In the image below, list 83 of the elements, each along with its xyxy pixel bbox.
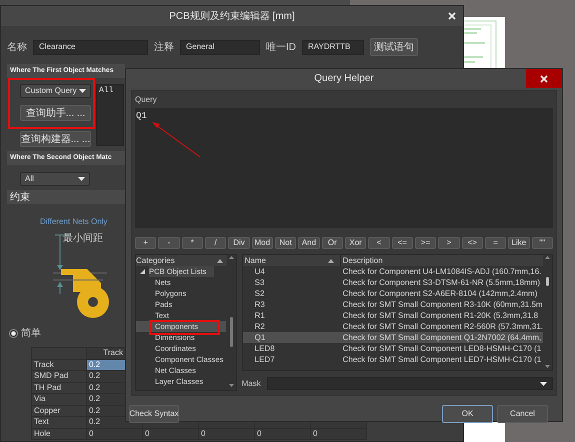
name-cell-text: R1 <box>254 310 266 321</box>
query-type-dropdown[interactable]: Custom Query <box>20 84 91 98</box>
query-button[interactable]: 查询助手... ... <box>20 105 91 121</box>
operator-button[interactable]: > <box>438 237 460 249</box>
operator-button[interactable]: = <box>484 237 506 249</box>
operator-button[interactable]: Like <box>508 237 530 249</box>
name-cell-text: Q1 <box>254 332 266 343</box>
description-cell-text: Check for SMT Small Component Q1-2N7002 (64.4mm, <box>342 332 542 343</box>
list-row[interactable]: R2 Check for SMT Small Component R2-560R (57.3mm,31. <box>242 321 543 332</box>
check-syntax-button[interactable]: Check Syntax <box>129 405 179 423</box>
ok-button[interactable]: OK <box>442 405 493 423</box>
operator-button[interactable]: Xor <box>344 237 366 249</box>
name-cell-text: LED7 <box>254 354 276 365</box>
row-label: Text <box>32 416 86 428</box>
operator-button[interactable]: <> <box>462 237 483 249</box>
list-row[interactable]: S2 Check for Component S2-A6ER-8104 (142mm,2.4mm) <box>242 288 543 299</box>
operator-button[interactable]: <= <box>392 237 413 249</box>
name-cell-text: U4 <box>254 266 266 277</box>
query-label: Query <box>135 94 158 106</box>
description-cell-text: Check for SMT Small Component LED8-HSMH-C170 (1 <box>342 343 542 354</box>
row-label: Track <box>32 359 86 370</box>
description-cell-text: Check for SMT Small Component LED7-HSMH-C170 (1 <box>342 354 542 365</box>
window-title: Query Helper <box>314 72 374 86</box>
operator-button[interactable]: - <box>158 237 180 249</box>
column-header: Description <box>340 255 383 266</box>
field-label: 名称 <box>7 40 27 54</box>
description-cell-text: Check for Component S2-A6ER-8104 (142mm,2.4mm) <box>342 288 538 299</box>
name-cell-text: S2 <box>254 288 266 299</box>
description-cell-text: Check for Component S3-DTSM-61-NR (5.5mm,18mm) <box>342 277 540 288</box>
diagram-label: 最小间距 <box>63 232 103 246</box>
column-header: Categories <box>136 255 176 266</box>
operator-button[interactable]: And <box>298 237 320 249</box>
description-cell-text: Check for SMT Small Component R3-10K (60mm,31.5m <box>342 299 543 310</box>
operator-button[interactable]: "" <box>532 237 553 249</box>
radio-label: 简单 <box>21 326 41 341</box>
field-label: 唯一ID <box>266 40 296 54</box>
list-row[interactable]: Q1 Check for SMT Small Component Q1-2N7002 (64.4mm, <box>242 332 543 343</box>
text-field[interactable]: General <box>180 40 260 54</box>
dropdown-value: All <box>25 173 34 185</box>
net-scope-label: Different Nets Only <box>40 216 108 228</box>
name-cell-text: LED8 <box>254 343 276 354</box>
name-cell-text: R2 <box>254 321 266 332</box>
row-label: Copper <box>32 405 86 416</box>
name-cell-text: R3 <box>254 299 266 310</box>
list-row[interactable]: S3 Check for Component S3-DTSM-61-NR (5.5mm,18mm) <box>242 277 543 288</box>
row-label: SMD Pad <box>32 370 86 382</box>
row-label: Via <box>32 394 86 405</box>
table-cell[interactable]: 0.2 <box>87 360 125 370</box>
description-cell-text: Check for SMT Small Component R2-560R (57.3mm,31. <box>342 321 543 332</box>
cancel-button[interactable]: Cancel <box>497 405 548 423</box>
list-row[interactable]: R1 Check for SMT Small Component R1-20K (5.3mm,31.8 <box>242 310 543 321</box>
list-row[interactable]: LED7 Check for SMT Small Component LED7-HSMH-C170 (1 <box>242 354 543 365</box>
mask-label: Mask <box>242 378 261 390</box>
list-row[interactable]: U4 Check for Component U4-LM1084IS-ADJ (160.7mm,16. <box>242 266 543 277</box>
query-button[interactable]: 查询构建器... ... <box>20 131 91 147</box>
operator-button[interactable]: >= <box>414 237 436 249</box>
text-field[interactable]: Clearance <box>33 40 148 54</box>
text-field[interactable]: RAYDRTTB <box>302 40 364 54</box>
list-row[interactable]: R3 Check for SMT Small Component R3-10K (60mm,31.5m <box>242 299 543 310</box>
operator-button[interactable]: / <box>204 237 226 249</box>
row-label: TH Pad <box>32 382 86 394</box>
column-header: Track <box>102 348 124 358</box>
field-label: 注释 <box>154 40 174 54</box>
query-textarea[interactable]: All <box>96 84 124 146</box>
description-cell-text: Check for SMT Small Component R1-20K (5.3mm,31.8 <box>342 310 538 321</box>
window-title: PCB规则及约束编辑器 [mm] <box>169 10 295 24</box>
dropdown-value: Custom Query <box>25 85 77 97</box>
test-button[interactable]: 测试语句 <box>370 38 418 56</box>
operator-button[interactable]: Mod <box>252 237 273 249</box>
operator-button[interactable]: < <box>368 237 390 249</box>
query-editor[interactable]: Q1 <box>135 108 553 228</box>
operator-button[interactable]: Div <box>228 237 250 249</box>
operator-button[interactable]: + <box>135 237 156 249</box>
operator-button[interactable]: Not <box>274 237 296 249</box>
column-header: Name <box>244 255 267 266</box>
operator-button[interactable]: * <box>182 237 203 249</box>
object-dropdown[interactable]: All <box>20 172 90 186</box>
name-cell-text: S3 <box>254 277 266 288</box>
operator-button[interactable]: Or <box>322 237 343 249</box>
row-label: Hole <box>32 428 86 440</box>
description-cell-text: Check for Component U4-LM1084IS-ADJ (160.7mm,16. <box>342 266 542 277</box>
list-row[interactable]: LED8 Check for SMT Small Component LED8-HSMH-C170 (1 <box>242 343 543 354</box>
section-header: 约束 <box>7 190 125 204</box>
